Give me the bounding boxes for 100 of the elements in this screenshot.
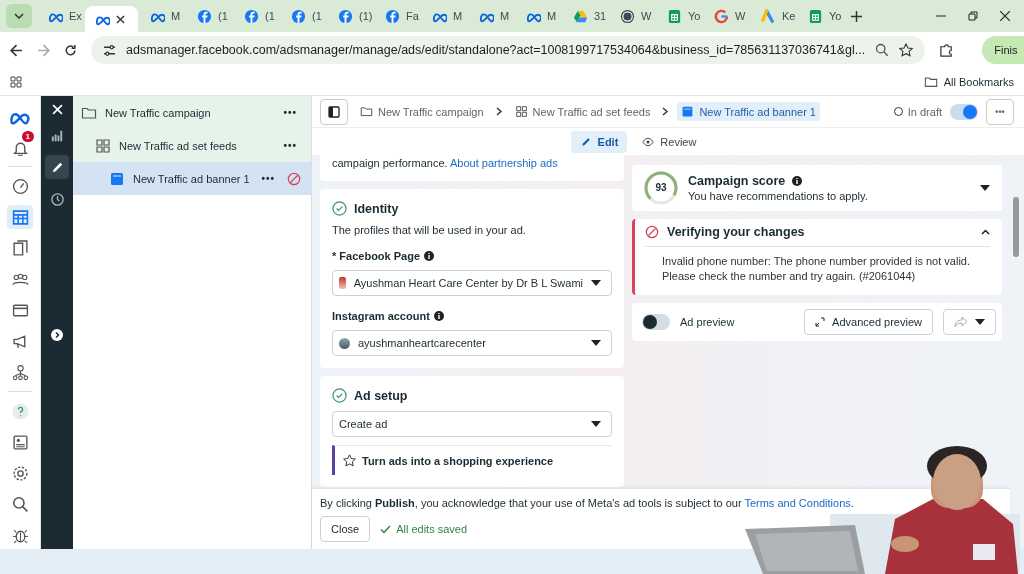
score-value: 93 bbox=[655, 183, 667, 193]
clock-icon bbox=[49, 191, 65, 207]
check-circle-icon bbox=[332, 388, 347, 403]
grid-icon bbox=[95, 137, 111, 154]
browser-tab[interactable]: (1) bbox=[328, 3, 373, 29]
shopping-callout: Turn ads into a shopping experience bbox=[332, 445, 612, 475]
panel-icon bbox=[328, 105, 340, 118]
share-button[interactable] bbox=[943, 308, 996, 335]
more-button[interactable]: ••• bbox=[986, 98, 1014, 125]
browser-tab[interactable]: M bbox=[422, 3, 467, 29]
info-icon bbox=[792, 176, 803, 186]
table-button[interactable] bbox=[7, 205, 33, 229]
caret-icon bbox=[980, 185, 990, 191]
browser-tab[interactable]: (1 bbox=[187, 3, 232, 29]
page-select[interactable]: Ayushman Heart Care Center by Dr B L Swami bbox=[332, 270, 612, 296]
browser-tab[interactable]: (1 bbox=[281, 3, 326, 29]
blocked-icon bbox=[287, 171, 302, 186]
ad-setup-select[interactable]: Create ad bbox=[332, 411, 612, 437]
tree-item[interactable]: New Traffic campaign ••• bbox=[73, 96, 311, 129]
browser-tab[interactable]: M bbox=[140, 3, 185, 29]
collapse-icon[interactable] bbox=[981, 229, 990, 235]
all-bookmarks-button[interactable]: All Bookmarks bbox=[923, 74, 1014, 89]
contact-card-icon bbox=[11, 433, 29, 451]
browser-tab[interactable] bbox=[85, 6, 138, 32]
star-icon[interactable] bbox=[899, 43, 914, 57]
browser-tab[interactable]: Fa bbox=[375, 3, 420, 29]
mode-tab[interactable]: Edit bbox=[570, 130, 628, 153]
terms-link[interactable]: Terms and Conditions bbox=[744, 497, 851, 509]
check-circle-icon bbox=[332, 201, 347, 216]
publish-notice: By clicking Publish, you acknowledge that your use of Meta's ad tools is subject to our Terms and Conditions. bbox=[320, 497, 855, 509]
browser-tab[interactable]: M bbox=[516, 3, 561, 29]
more-button[interactable]: ••• bbox=[279, 140, 301, 151]
card-subtitle: You have recommendations to apply. bbox=[688, 190, 869, 202]
f-logo-icon bbox=[244, 8, 259, 24]
breadcrumb-link[interactable]: New Traffic campaign bbox=[356, 102, 488, 121]
f-logo-icon bbox=[291, 8, 306, 24]
apps-icon[interactable] bbox=[10, 75, 22, 88]
puzzle-icon[interactable] bbox=[939, 42, 955, 58]
close-button[interactable]: Close bbox=[320, 516, 371, 542]
network-icon bbox=[11, 363, 29, 381]
star-icon bbox=[343, 454, 356, 467]
more-button[interactable]: ••• bbox=[279, 107, 301, 118]
triangle-logo-icon bbox=[573, 8, 588, 24]
tree-item[interactable]: New Traffic ad set feeds ••• bbox=[73, 129, 311, 162]
page-select[interactable]: ayushmanheartcarecenter bbox=[332, 330, 612, 356]
info-icon bbox=[424, 251, 435, 261]
expand-icon bbox=[815, 316, 826, 327]
more-button[interactable]: ••• bbox=[257, 173, 280, 184]
address-bar[interactable]: adsmanager.facebook.com/adsmanager/manage/ads/edit/standalone?act=1008199717534064&business_id=785631137036741&gl... bbox=[91, 36, 926, 64]
f-logo-icon bbox=[385, 8, 400, 24]
partnership-link[interactable]: About partnership ads bbox=[450, 157, 558, 169]
profile-button[interactable]: Finis bbox=[982, 36, 1024, 64]
gauge-icon bbox=[11, 177, 29, 195]
caret-icon bbox=[591, 421, 601, 427]
browser-tab[interactable]: M bbox=[469, 3, 514, 29]
close-icon[interactable] bbox=[1000, 11, 1010, 21]
sidebar-toggle-button[interactable] bbox=[320, 98, 348, 125]
avatar-icon bbox=[339, 277, 346, 289]
restore-icon[interactable] bbox=[968, 11, 978, 21]
toggle-switch[interactable] bbox=[950, 103, 978, 120]
campaign-score-card[interactable]: 93 Campaign score You have recommendations to apply. bbox=[632, 165, 1002, 211]
status-label: In draft bbox=[907, 105, 942, 118]
grid-sheet-icon bbox=[808, 8, 823, 24]
section-title: Ad setup bbox=[354, 388, 408, 403]
breadcrumb-link[interactable]: New Traffic ad banner 1 bbox=[677, 102, 820, 121]
f-logo-icon bbox=[338, 8, 353, 24]
browser-tab[interactable]: Yo bbox=[657, 3, 702, 29]
avatar-icon bbox=[339, 337, 350, 349]
grid-icon bbox=[514, 105, 528, 118]
tab-list-button[interactable] bbox=[6, 4, 32, 28]
caret-icon bbox=[975, 318, 985, 325]
browser-tab[interactable]: W bbox=[704, 3, 749, 29]
browser-tab[interactable]: 31 bbox=[563, 3, 608, 29]
toggle-switch[interactable] bbox=[642, 313, 670, 330]
chevron-icon bbox=[495, 107, 503, 116]
advanced-preview-button[interactable]: Advanced preview bbox=[804, 308, 933, 335]
browser-tab[interactable]: Yo bbox=[798, 3, 843, 29]
browser-tab[interactable]: Ke bbox=[751, 3, 796, 29]
browser-tab[interactable]: W bbox=[610, 3, 655, 29]
ad-square-icon bbox=[109, 170, 125, 187]
error-message: Invalid phone number: The phone number provided is not valid. Please check the number and try again. (#2061044) bbox=[661, 254, 971, 285]
check-icon bbox=[380, 524, 392, 534]
chevron-down-icon bbox=[14, 13, 24, 19]
browser-tab[interactable]: (1 bbox=[234, 3, 279, 29]
site-settings-icon[interactable] bbox=[103, 43, 116, 57]
folder-icon bbox=[923, 74, 938, 89]
browser-tab[interactable]: Ex bbox=[38, 3, 83, 29]
triangle-logo-icon bbox=[761, 8, 776, 24]
share-icon bbox=[954, 315, 968, 328]
close-icon[interactable] bbox=[116, 14, 125, 24]
mode-tab[interactable]: Review bbox=[633, 130, 706, 153]
back-icon[interactable] bbox=[10, 43, 23, 57]
breadcrumb-link[interactable]: New Traffic ad set feeds bbox=[510, 102, 655, 121]
pencil-button[interactable] bbox=[45, 155, 69, 179]
tree-item[interactable]: New Traffic ad banner 1 ••• bbox=[73, 162, 311, 195]
notification-badge: 1 bbox=[21, 131, 34, 142]
caret-icon bbox=[591, 340, 601, 346]
new-tab-icon[interactable] bbox=[851, 10, 862, 22]
reload-icon[interactable] bbox=[64, 43, 77, 57]
grid-sheet-icon bbox=[667, 8, 682, 24]
